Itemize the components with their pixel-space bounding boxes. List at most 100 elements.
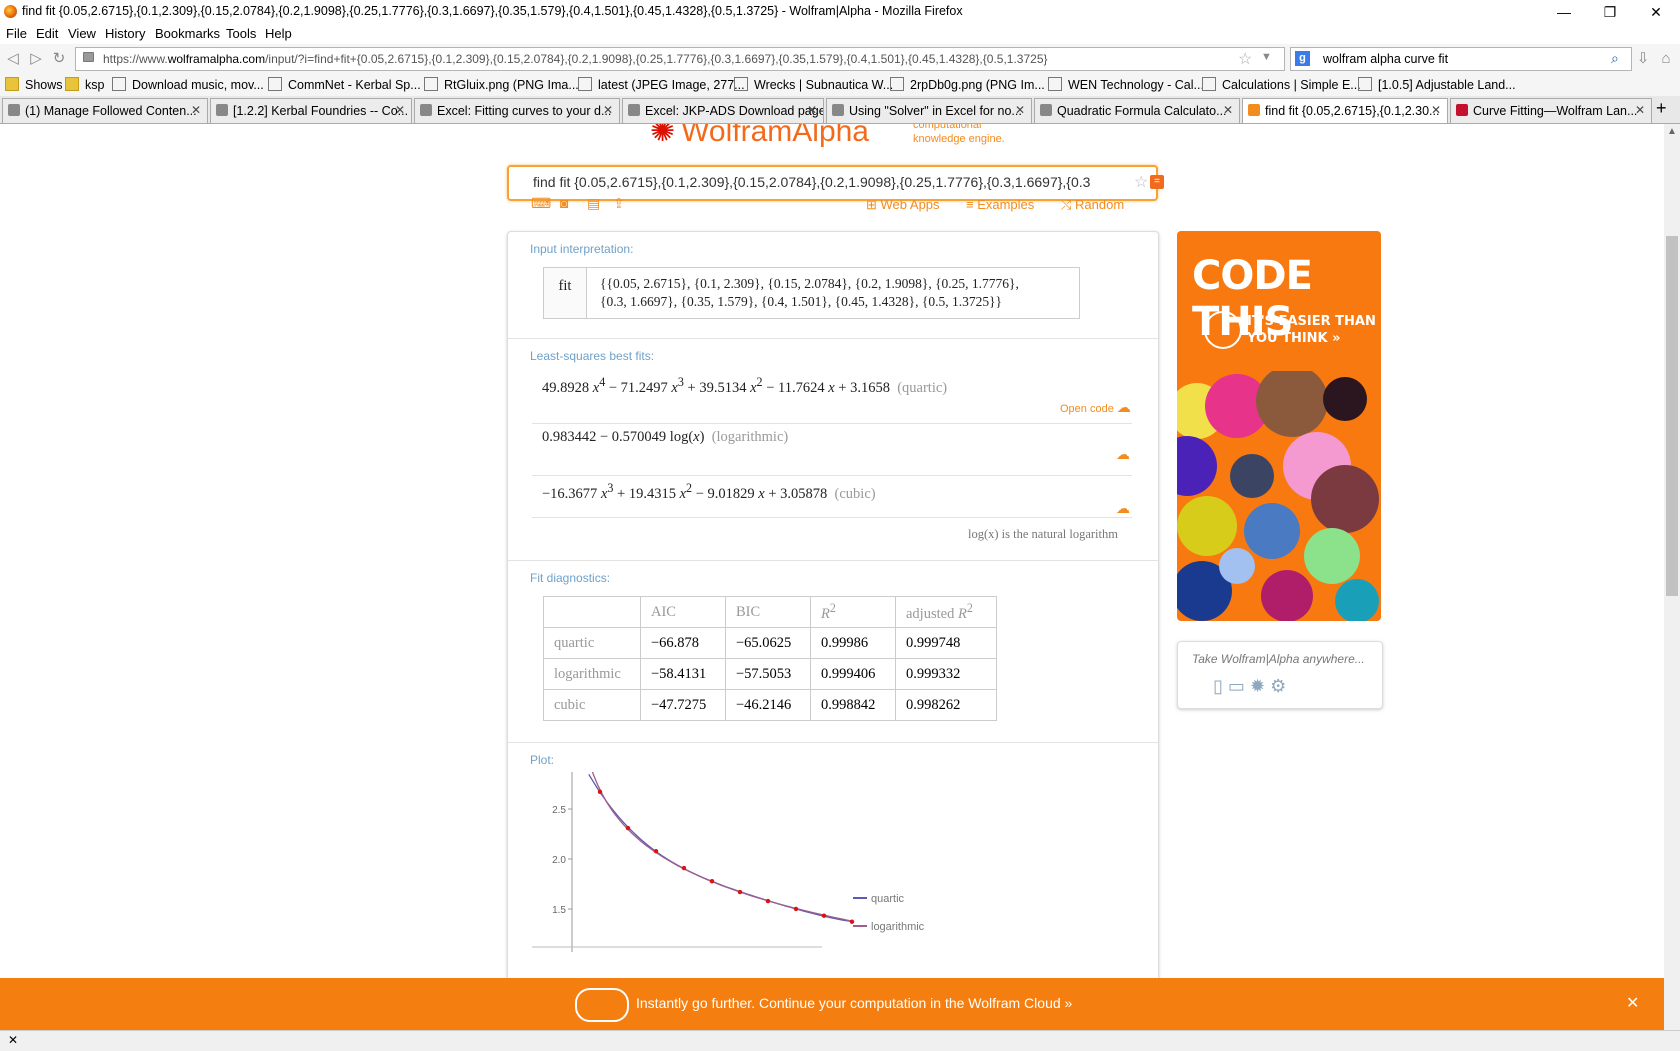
search-icon[interactable]: ⌕ [1611,50,1619,67]
tab[interactable]: Excel: JKP-ADS Download page ✕ [622,98,824,123]
bookmark-star-icon[interactable]: ☆ [1238,49,1252,69]
menu-view[interactable]: View [68,26,96,41]
table-row: logarithmic −58.4131 −57.5053 0.999406 0… [543,658,997,690]
search-bar[interactable]: g wolfram alpha curve fit ⌕ [1290,47,1632,71]
tab[interactable]: Quadratic Formula Calculato... ✕ [1034,98,1240,123]
table-icon[interactable]: ▤ [587,195,600,212]
table-cell: 0.999406 [810,658,896,690]
page-scrollbar[interactable]: ▲ [1664,124,1680,1030]
new-tab-button[interactable]: + [1656,98,1667,119]
pod-separator [508,742,1158,743]
reload-icon[interactable]: ↻ [50,50,68,68]
examples-link[interactable]: ≡ Examples [966,197,1034,212]
submit-query-button[interactable]: = [1150,175,1164,189]
close-window-button[interactable]: ✕ [1633,0,1679,24]
cloud-arrow-icon[interactable]: ☁ [1116,500,1130,517]
close-tab-icon[interactable]: ✕ [1015,103,1025,117]
tab-active[interactable]: find fit {0.05,2.6715},{0.1,2.30... ✕ [1242,98,1448,123]
page-icon [268,77,282,91]
menu-file[interactable]: File [6,26,27,41]
phone-icon[interactable]: ▯ [1213,676,1223,696]
close-tab-icon[interactable]: ✕ [191,103,201,117]
menu-bookmarks[interactable]: Bookmarks [155,26,220,41]
open-code-link[interactable]: Open code ☁ [1060,399,1131,416]
close-tab-icon[interactable]: ✕ [1223,103,1233,117]
code-this-ad[interactable]: CODE THIS IT'S EASIER THAN YOU THINK » [1177,231,1381,621]
wolframalpha-logo[interactable]: ✺ WolframAlpha [650,124,869,149]
table-header-cell: AIC [640,596,726,628]
bookmark-item[interactable]: Download music, mov... [112,77,264,92]
close-tab-icon[interactable]: ✕ [1635,103,1645,117]
bookmark-item[interactable]: latest (JPEG Image, 277... [578,77,745,92]
shuffle-icon: ⤭ [1061,197,1076,212]
downloads-icon[interactable]: ⇩ [1634,50,1652,68]
query-text[interactable]: find fit {0.05,2.6715},{0.1,2.309},{0.15… [533,174,1118,190]
bookmark-item[interactable]: Shows [5,77,63,92]
legend-swatch [853,925,867,927]
close-tab-icon[interactable]: ✕ [1431,103,1441,117]
scrollbar-thumb[interactable] [1666,236,1678,596]
results-panel: Input interpretation: fit {{0.05, 2.6715… [507,231,1159,978]
dropdown-icon[interactable]: ▼ [1261,51,1272,63]
menu-tools[interactable]: Tools [226,26,256,41]
bookmark-item[interactable]: WEN Technology - Cal... [1048,77,1204,92]
home-icon[interactable]: ⌂ [1657,50,1675,68]
fit-separator [532,517,1132,518]
wolfram-cloud-banner[interactable]: Instantly go further. Continue your comp… [0,978,1664,1030]
camera-icon[interactable]: ◙ [560,195,568,211]
tab[interactable]: [1.2.2] Kerbal Foundries -- Co... ✕ [210,98,412,123]
upload-icon[interactable]: ⇪ [613,195,625,212]
scroll-up-icon[interactable]: ▲ [1667,126,1677,137]
close-tab-icon[interactable]: ✕ [395,103,405,117]
tablet-icon[interactable]: ▭ [1228,676,1245,696]
menu-bar: File Edit View History Bookmarks Tools H… [0,24,1680,44]
web-apps-link[interactable]: ⊞ Web Apps [866,197,940,213]
data-line-1: {{0.05, 2.6715}, {0.1, 2.309}, {0.15, 2.… [600,276,1019,291]
banner-text[interactable]: Instantly go further. Continue your comp… [636,995,1072,1011]
menu-help[interactable]: Help [265,26,292,41]
cloud-arrow-icon[interactable]: ☁ [1116,446,1130,463]
data-point [625,825,631,831]
bookmark-item[interactable]: [1.0.5] Adjustable Land... [1358,77,1516,92]
close-tab-icon[interactable]: ✕ [603,103,613,117]
minimize-button[interactable]: — [1541,0,1587,24]
close-findbar-icon[interactable]: ✕ [8,1033,18,1047]
search-input[interactable]: wolfram alpha curve fit [1323,52,1448,66]
tab[interactable]: Excel: Fitting curves to your d... ✕ [414,98,620,123]
status-bar: ✕ [0,1030,1680,1051]
navigation-bar: ◁ ▷ ↻ https://www.wolframalpha.com/input… [0,44,1680,74]
tab[interactable]: Using "Solver" in Excel for no... ✕ [826,98,1032,123]
tab[interactable]: Curve Fitting—Wolfram Lan... ✕ [1450,98,1652,123]
firefox-icon [4,5,17,18]
random-link[interactable]: ⤭ Random [1061,197,1124,213]
query-input[interactable]: find fit {0.05,2.6715},{0.1,2.309},{0.15… [507,165,1158,201]
table-cell: 0.999332 [895,658,997,690]
back-icon[interactable]: ◁ [4,50,22,68]
address-bar[interactable]: https://www.wolframalpha.com/input/?i=fi… [75,47,1285,71]
keyboard-icon[interactable]: ⌨ [531,195,551,212]
forward-icon[interactable]: ▷ [27,50,45,68]
bookmark-item[interactable]: CommNet - Kerbal Sp... [268,77,421,92]
bookmark-item[interactable]: RtGluix.png (PNG Ima... [424,77,579,92]
favorite-star-icon[interactable]: ☆ [1134,172,1148,192]
close-banner-icon[interactable]: ✕ [1626,993,1639,1013]
bookmark-item[interactable]: Wrecks | Subnautica W... [734,77,893,92]
pro-icon[interactable]: ✹ [1250,676,1265,696]
google-icon[interactable]: g [1295,51,1310,66]
input-interpretation-box: fit {{0.05, 2.6715}, {0.1, 2.309}, {0.15… [543,267,1080,319]
pod-separator [508,338,1158,339]
settings-icon[interactable]: ⚙ [1270,676,1286,696]
bookmark-item[interactable]: 2rpDb0g.png (PNG Im... [890,77,1045,92]
fit-separator [532,475,1132,476]
menu-history[interactable]: History [105,26,145,41]
menu-edit[interactable]: Edit [36,26,58,41]
bookmark-item[interactable]: Calculations | Simple E... [1202,77,1361,92]
close-tab-icon[interactable]: ✕ [807,103,817,117]
maximize-button[interactable]: ❐ [1587,0,1633,24]
bookmark-item[interactable]: ksp [65,77,104,92]
data-point [681,865,687,871]
pod-header-plot: Plot: [530,753,555,767]
cloud-arrow-icon: ☁ [1116,399,1131,415]
tab[interactable]: (1) Manage Followed Conten... ✕ [2,98,208,123]
table-header-cell [543,596,641,628]
